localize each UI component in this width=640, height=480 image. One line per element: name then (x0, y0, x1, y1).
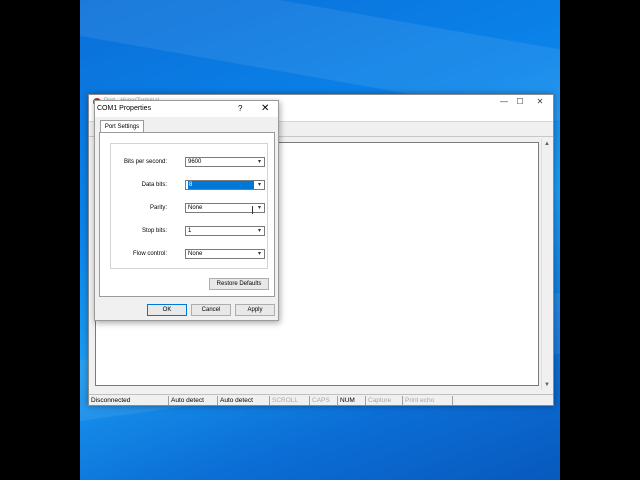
bits-per-second-value: 9600 (188, 159, 202, 165)
scroll-up-icon[interactable]: ▲ (542, 139, 552, 149)
vertical-scrollbar[interactable]: ▲ ▼ (541, 139, 551, 390)
chevron-down-icon[interactable]: ▾ (255, 181, 264, 189)
status-scroll: SCROLL (270, 396, 310, 405)
stop-bits-label: Stop bits: (141, 228, 167, 234)
apply-button[interactable]: Apply (235, 304, 275, 316)
status-caps: CAPS (310, 396, 338, 405)
settings-group: Bits per second: 9600 ▾ Data bits: 8 ▾ P… (110, 143, 268, 269)
parity-label: Parity: (149, 205, 167, 211)
data-bits-select[interactable]: 8 ▾ (185, 180, 265, 190)
minimize-icon[interactable]: — (497, 96, 511, 108)
stop-bits-select[interactable]: 1 ▾ (185, 226, 265, 236)
stop-bits-value: 1 (188, 228, 192, 234)
chevron-down-icon[interactable]: ▾ (255, 250, 264, 258)
status-capture: Capture (366, 396, 403, 405)
dialog-close-icon[interactable]: ✕ (261, 102, 269, 115)
ok-button[interactable]: OK (147, 304, 187, 316)
parity-select[interactable]: None ▾ (185, 203, 265, 214)
status-num: NUM (338, 396, 366, 405)
flow-control-select[interactable]: None ▾ (185, 249, 265, 259)
chevron-down-icon[interactable]: ▾ (255, 227, 264, 235)
data-bits-value: 8 (188, 181, 254, 189)
dialog-title: COM1 Properties (97, 105, 152, 112)
scroll-down-icon[interactable]: ▼ (542, 380, 552, 390)
status-port-settings: Auto detect (218, 396, 270, 405)
port-settings-panel: Bits per second: 9600 ▾ Data bits: 8 ▾ P… (99, 132, 275, 297)
data-bits-label: Data bits: (141, 182, 167, 188)
status-emulation: Auto detect (169, 396, 218, 405)
cancel-button[interactable]: Cancel (191, 304, 231, 316)
bits-per-second-select[interactable]: 9600 ▾ (185, 157, 265, 167)
bits-per-second-label: Bits per second: (123, 159, 167, 165)
text-cursor-icon (252, 206, 253, 214)
com1-properties-dialog[interactable]: COM1 Properties ? ✕ Port Settings Bits p… (94, 100, 279, 321)
restore-defaults-button[interactable]: Restore Defaults (209, 278, 269, 290)
status-connection: Disconnected (89, 396, 169, 405)
close-icon[interactable]: ✕ (533, 96, 547, 108)
parity-value: None (188, 205, 203, 211)
flow-control-label: Flow control: (132, 251, 167, 257)
dialog-titlebar[interactable]: COM1 Properties ? ✕ (95, 101, 278, 117)
chevron-down-icon[interactable]: ▾ (255, 158, 264, 166)
chevron-down-icon[interactable]: ▾ (255, 204, 264, 212)
status-print-echo: Print echo (403, 396, 453, 405)
maximize-icon[interactable]: ☐ (513, 96, 527, 108)
flow-control-value: None (188, 251, 203, 257)
status-bar: Disconnected Auto detect Auto detect SCR… (89, 394, 553, 405)
help-icon[interactable]: ? (238, 104, 242, 113)
